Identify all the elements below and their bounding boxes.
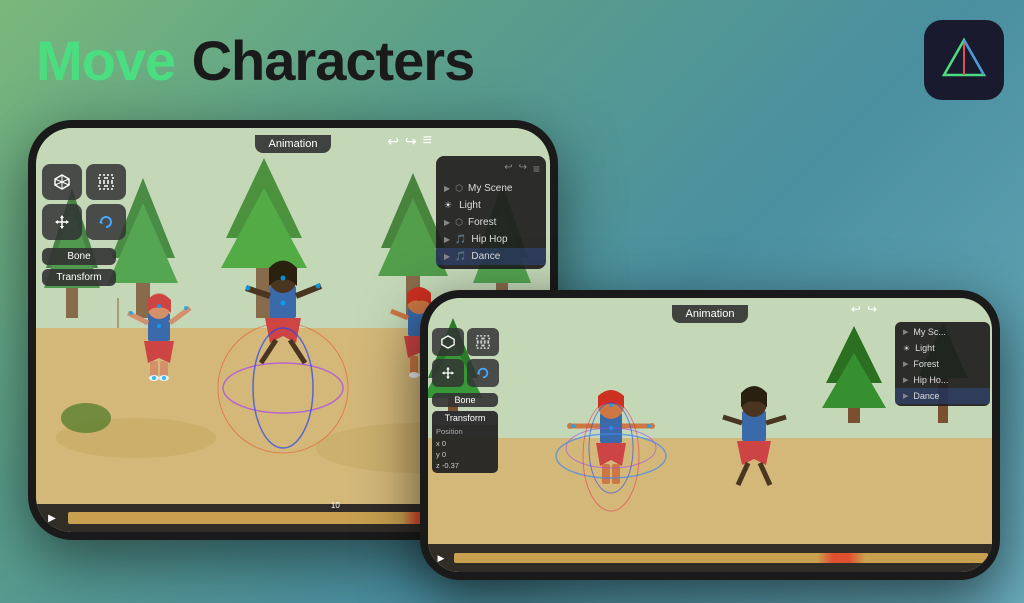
arrow-scene-back: ▶ [444,184,450,193]
arrow-forest-back: ▶ [444,218,450,227]
scene-item-front[interactable]: ▶ My Sc... [895,324,990,340]
dance-item-back[interactable]: ▶ 🎵 Dance [436,248,546,265]
arrow-hiphop-back: ▶ [444,235,450,244]
transform-label-front[interactable]: Transform [432,411,498,425]
right-panel-front: ▶ My Sc... ☀ Light ▶ Forest ▶ Hip Ho... … [895,322,990,406]
left-toolbar-front: Bone Transform Position x 0 y 0 z -0.37 [432,328,499,473]
left-toolbar-back: Bone Transform [42,164,126,286]
bone-button-back[interactable]: Bone [42,248,116,265]
app-icon[interactable] [924,20,1004,100]
arrow-dance-back: ▶ [444,252,450,261]
dance-icon-back: 🎵 [455,251,466,262]
hiphop-item-back[interactable]: ▶ 🎵 Hip Hop [436,231,546,248]
redo-icon-front[interactable]: ↪ [867,302,877,316]
timeline-front: ▶ [428,544,992,572]
arrow-scene-front: ▶ [903,328,908,336]
right-panel-back: ↩ ↪ ≡ ▶ ⬡ My Scene ☀ Light ▶ ⬡ Forest ▶ … [436,156,546,269]
transform-button-back[interactable]: Transform [42,269,116,286]
arrows-icon-back[interactable] [42,204,82,240]
undo-icon-back[interactable]: ↩ [387,133,399,150]
select-icon-back[interactable] [86,164,126,200]
panel-redo-back[interactable]: ↪ [519,162,527,176]
arrow-forest-front: ▶ [903,360,908,368]
light-icon-back: ☀ [444,200,452,211]
animation-label-front: Animation [672,305,749,323]
title-characters: Characters [192,29,475,92]
forest-item-back[interactable]: ▶ ⬡ Forest [436,214,546,231]
menu-icon-back[interactable]: ≡ [423,132,432,150]
timeline-track-front[interactable] [454,553,988,563]
rotate-icon-back[interactable] [86,204,126,240]
play-button-front[interactable]: ▶ [431,548,451,568]
phone-front: Animation ↩ ↪ [420,290,1000,580]
panel-undo-back[interactable]: ↩ [504,162,512,176]
bone-button-front[interactable]: Bone [432,393,498,407]
cube-icon-front[interactable] [432,328,464,356]
play-button-back[interactable]: ▶ [40,506,64,530]
y-row-front: y 0 [432,449,498,460]
hiphop-item-front[interactable]: ▶ Hip Ho... [895,372,990,388]
app-icon-svg [939,35,989,85]
x-row-front: x 0 [432,438,498,449]
hiphop-icon-back: 🎵 [455,234,466,245]
panel-header-back: ↩ ↪ ≡ [436,160,546,180]
light-item-back[interactable]: ☀ Light [436,197,546,214]
forest-icon-back: ⬡ [455,217,463,228]
cube-icon-back[interactable] [42,164,82,200]
scene-item-back[interactable]: ▶ ⬡ My Scene [436,180,546,197]
title-area: Move Characters [36,28,474,93]
dance-item-front[interactable]: ▶ Dance [895,388,990,404]
arrow-hiphop-front: ▶ [903,376,908,384]
scene-icon-back: ⬡ [455,183,463,194]
redo-icon-back[interactable]: ↪ [405,133,417,150]
title-move: Move [36,29,175,92]
forest-item-front[interactable]: ▶ Forest [895,356,990,372]
animation-label-back: Animation [255,135,332,153]
arrows-icon-front[interactable] [432,359,464,387]
panel-menu-back[interactable]: ≡ [533,162,540,176]
z-row-front: z -0.37 [432,460,498,473]
arrow-dance-front: ▶ [903,392,908,400]
select-icon-front[interactable] [467,328,499,356]
phone-front-screen: Animation ↩ ↪ [428,298,992,572]
light-icon-front: ☀ [903,344,910,353]
light-item-front[interactable]: ☀ Light [895,340,990,356]
undo-icon-front[interactable]: ↩ [851,302,861,316]
transform-panel-front: Transform Position x 0 y 0 z -0.37 [432,411,498,473]
position-label-front: Position [432,425,498,438]
rotate-icon-front[interactable] [467,359,499,387]
